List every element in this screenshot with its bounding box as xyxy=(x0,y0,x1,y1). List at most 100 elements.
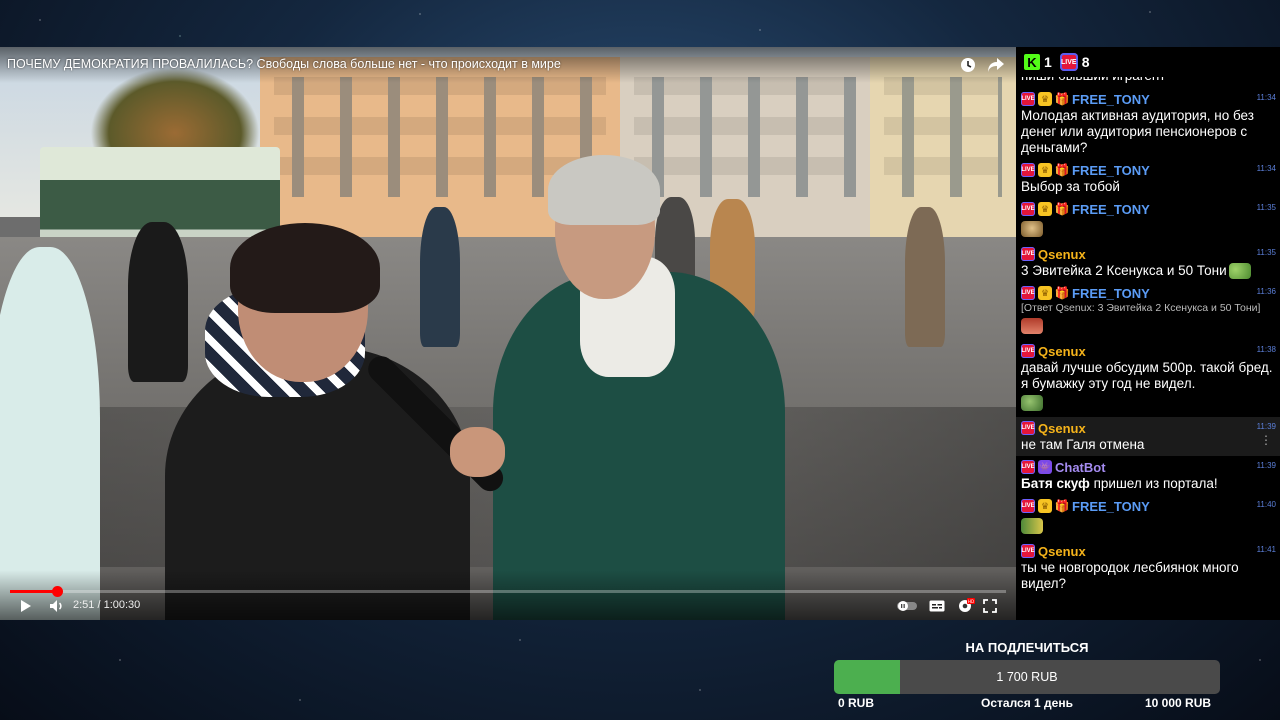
svg-text:HD: HD xyxy=(968,599,974,604)
vk-live-badge-icon: LIVE xyxy=(1021,286,1035,301)
scene-building xyxy=(870,57,1016,237)
crown-badge-icon: ♛ xyxy=(1038,92,1052,106)
gift-badge-icon: 🎁 xyxy=(1054,286,1070,301)
kick-logo-icon: K xyxy=(1024,54,1040,70)
chat-message[interactable]: 11:41 LIVE Qsenux ты че новгородок лесбияно… xyxy=(1016,540,1280,595)
vk-live-logo-icon: LIVE xyxy=(1059,53,1078,71)
vk-live-badge-icon: LIVE xyxy=(1021,499,1035,514)
chat-message-body: Выбор за тобой xyxy=(1021,179,1120,194)
chat-username[interactable]: Qsenux xyxy=(1038,344,1086,359)
kick-viewer-count: 1 xyxy=(1044,54,1052,70)
volume-icon[interactable] xyxy=(48,598,66,614)
donation-goal-title: НА ПОДЛЕЧИТЬСЯ xyxy=(965,640,1089,655)
crown-badge-icon: ♛ xyxy=(1038,202,1052,216)
chat-emote-icon xyxy=(1021,395,1043,412)
chat-message-text: Батя скуф пришел из портала! xyxy=(1021,476,1274,492)
interviewer-cap xyxy=(548,155,660,225)
chat-message[interactable]: 11:40 LIVE ♛ 🎁 FREE_TONY xyxy=(1016,495,1280,540)
video-frame xyxy=(0,47,1016,620)
vk-live-badge-icon: LIVE xyxy=(1021,92,1035,106)
time-display: 2:51 / 1:00:30 xyxy=(73,599,141,611)
chat-username[interactable]: FREE_TONY xyxy=(1072,92,1150,107)
chat-message-header: LIVE ♛ 🎁 FREE_TONY xyxy=(1021,90,1274,108)
message-menu-icon[interactable]: ⋮ xyxy=(1260,433,1272,447)
chat-message[interactable]: 11:35 LIVE Qsenux 3 Эвитейка 2 Ксенукса и 5… xyxy=(1016,243,1280,282)
passerby xyxy=(0,247,100,620)
chat-username[interactable]: Qsenux xyxy=(1038,421,1086,436)
seek-handle[interactable] xyxy=(51,586,63,597)
chat-timestamp: 11:38 xyxy=(1256,345,1276,355)
gift-badge-icon: 🎁 xyxy=(1054,92,1070,106)
chat-timestamp: 11:35 xyxy=(1256,248,1276,257)
chat-message-text: не там Галя отмена xyxy=(1021,437,1274,453)
chat-message-body: не там Галя отмена xyxy=(1021,437,1145,453)
chat-message[interactable]: 11:39 LIVE Qsenux не там Галя отмена ⋮ xyxy=(1016,417,1280,457)
chat-message-text: ты че новгородок лесбиянок много видел? xyxy=(1021,560,1274,592)
chat-message[interactable]: 11:38 LIVE Qsenux давай лучше обсудим 500р.… xyxy=(1016,340,1280,417)
passerby xyxy=(420,207,460,347)
chat-username[interactable]: FREE_TONY xyxy=(1072,286,1150,301)
chat-username[interactable]: FREE_TONY xyxy=(1072,163,1150,178)
chat-timestamp: 11:39 xyxy=(1256,422,1276,432)
seek-bar-played xyxy=(10,590,57,593)
vk-live-badge-icon: LIVE xyxy=(1021,421,1035,436)
passerby xyxy=(905,207,945,347)
chat-message-header: LIVE ♛ 🎁 FREE_TONY xyxy=(1021,200,1274,218)
chat-message-body: Молодая активная аудитория, но без денег… xyxy=(1021,108,1254,155)
chat-timestamp: 11:39 xyxy=(1256,461,1276,471)
video-title[interactable]: ПОЧЕМУ ДЕМОКРАТИЯ ПРОВАЛИЛАСЬ? Свободы с… xyxy=(7,57,561,71)
chat-username[interactable]: ChatBot xyxy=(1055,460,1106,475)
chat-panel[interactable]: пиши бывший играгент 11:34 LIVE ♛ 🎁 FREE_TON… xyxy=(1016,47,1280,620)
chat-message[interactable]: 11:35 LIVE ♛ 🎁 FREE_TONY xyxy=(1016,198,1280,243)
chat-message[interactable]: 11:34 LIVE ♛ 🎁 FREE_TONY Молодая активная ауд… xyxy=(1016,88,1280,159)
chat-emote-icon xyxy=(1021,518,1043,535)
vk-viewers: LIVE 8 xyxy=(1059,53,1090,71)
fullscreen-icon[interactable] xyxy=(982,598,998,614)
chat-message[interactable]: 11:36 LIVE ♛ 🎁 FREE_TONY [Ответ Qsenux: 3 Эви… xyxy=(1016,282,1280,340)
chat-message-list[interactable]: пиши бывший играгент 11:34 LIVE ♛ 🎁 FREE_TON… xyxy=(1016,69,1280,595)
chat-emote-icon xyxy=(1021,318,1043,335)
chat-message-header: LIVE 👾 ChatBot xyxy=(1021,458,1274,476)
crown-badge-icon: ♛ xyxy=(1038,163,1052,177)
chat-message-bold: Батя скуф xyxy=(1021,476,1090,492)
vk-live-badge-icon: LIVE xyxy=(1021,544,1035,559)
interviewer-hand xyxy=(450,427,505,477)
chat-username[interactable]: FREE_TONY xyxy=(1072,202,1150,217)
chat-message-text: 3 Эвитейка 2 Ксенукса и 50 Тони xyxy=(1021,263,1274,280)
chat-message-header: LIVE Qsenux xyxy=(1021,419,1274,437)
chat-reply-quote: [Ответ Qsenux: 3 Эвитейка 2 Ксенукса и 5… xyxy=(1021,302,1261,315)
bot-badge-icon: 👾 xyxy=(1038,460,1052,475)
chat-username[interactable]: Qsenux xyxy=(1038,247,1086,262)
watch-later-icon[interactable] xyxy=(958,55,978,75)
crown-badge-icon: ♛ xyxy=(1038,499,1052,514)
share-icon[interactable] xyxy=(986,55,1006,75)
vk-live-badge-icon: LIVE xyxy=(1021,163,1035,177)
chat-message-body: ты че новгородок лесбиянок много видел? xyxy=(1021,560,1239,592)
chat-message-header: LIVE Qsenux xyxy=(1021,342,1274,360)
chat-timestamp: 11:40 xyxy=(1256,500,1276,510)
vk-live-badge-icon: LIVE xyxy=(1021,247,1035,261)
chat-username[interactable]: FREE_TONY xyxy=(1072,499,1150,514)
autoplay-toggle-icon[interactable] xyxy=(896,598,918,614)
donation-goal-current: 1 700 RUB xyxy=(996,670,1058,684)
donation-goal-bar: 1 700 RUB xyxy=(834,660,1220,694)
viewer-counts: K 1 LIVE 8 xyxy=(1016,47,1280,77)
settings-gear-icon[interactable]: HD xyxy=(956,598,976,614)
chat-message[interactable]: 11:39 LIVE 👾 ChatBot Батя скуф пришел из пор… xyxy=(1016,456,1280,495)
chat-message-header: LIVE Qsenux xyxy=(1021,245,1274,263)
chat-emote-icon xyxy=(1021,220,1043,237)
chat-username[interactable]: Qsenux xyxy=(1038,544,1086,559)
kick-viewers: K 1 xyxy=(1024,54,1052,70)
chat-message[interactable]: 11:34 LIVE ♛ 🎁 FREE_TONY Выбор за тобой xyxy=(1016,159,1280,198)
chat-message-text: Молодая активная аудитория, но без денег… xyxy=(1021,108,1274,156)
play-icon[interactable] xyxy=(18,598,34,614)
chat-message-header: LIVE ♛ 🎁 FREE_TONY xyxy=(1021,161,1274,179)
seek-bar[interactable] xyxy=(10,586,1006,597)
subtitles-icon[interactable] xyxy=(928,598,946,614)
gift-badge-icon: 🎁 xyxy=(1054,499,1070,514)
chat-timestamp: 11:34 xyxy=(1256,164,1276,173)
chat-message-body: пришел из портала! xyxy=(1089,476,1218,492)
donation-goal-max: 10 000 RUB xyxy=(1145,696,1212,710)
video-player[interactable]: ПОЧЕМУ ДЕМОКРАТИЯ ПРОВАЛИЛАСЬ? Свободы с… xyxy=(0,47,1016,620)
chat-timestamp: 11:41 xyxy=(1256,545,1276,555)
